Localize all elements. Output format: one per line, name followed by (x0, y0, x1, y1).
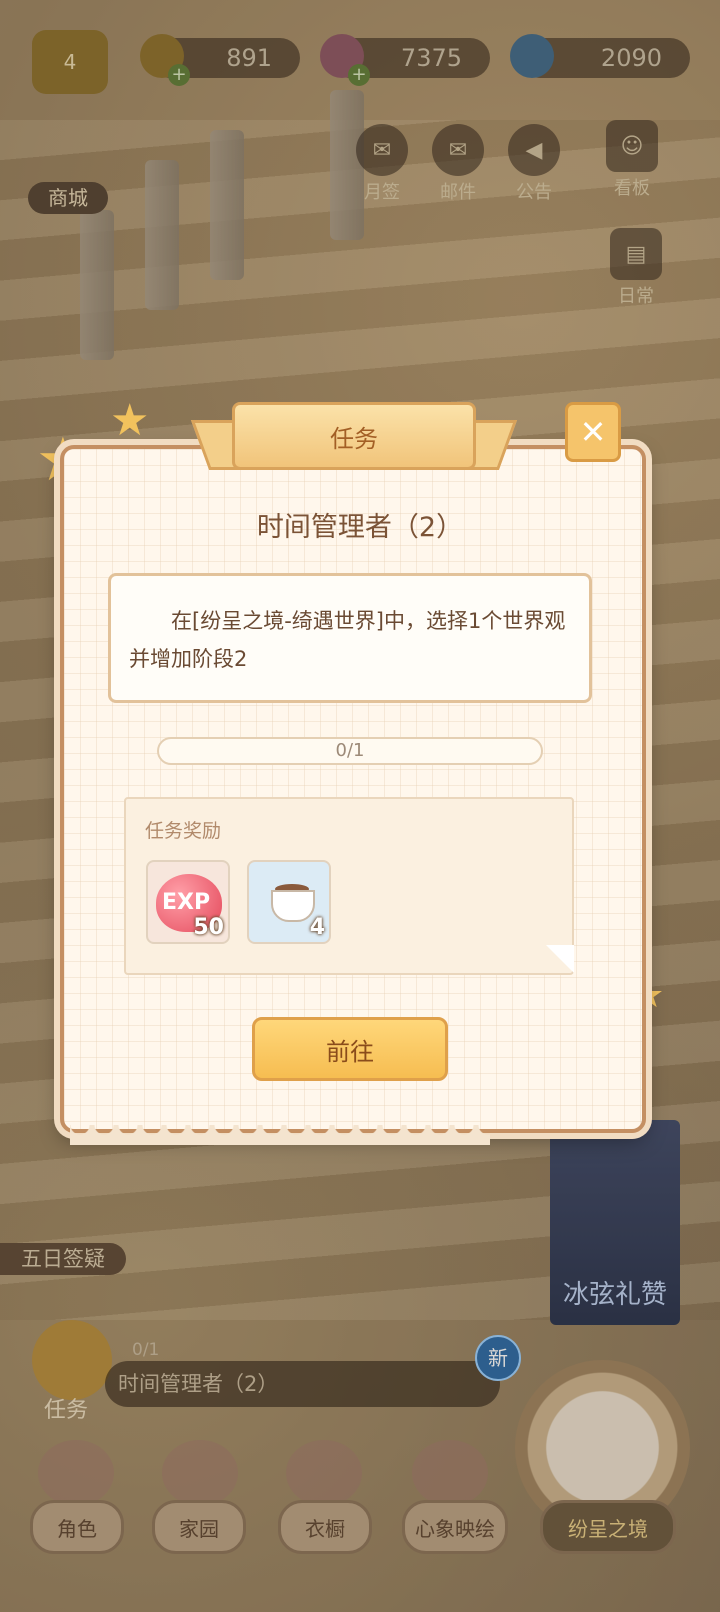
task-description: 在[纷呈之境-绮遇世界]中，选择1个世界观并增加阶段2 (108, 573, 592, 703)
coffee-cup (271, 890, 315, 922)
progress-text: 0/1 (335, 740, 365, 761)
close-button[interactable]: ✕ (565, 402, 621, 462)
star-decoration: ★ (110, 395, 150, 446)
dialog-header: 任务 (232, 402, 476, 470)
close-icon: ✕ (579, 413, 607, 451)
go-button[interactable]: 前往 (252, 1017, 448, 1081)
task-title: 时间管理者（2） (256, 512, 464, 543)
reward-count: 4 (309, 915, 325, 940)
dialog-scallop-edge (70, 1125, 490, 1145)
reward-item-exp[interactable]: EXP 50 (146, 860, 230, 944)
reward-item-coffee[interactable]: 4 (247, 860, 331, 944)
reward-count: 50 (193, 915, 224, 940)
paper-corner (546, 945, 574, 973)
exp-label: EXP (162, 890, 211, 915)
reward-title: 任务奖励 (145, 820, 222, 842)
